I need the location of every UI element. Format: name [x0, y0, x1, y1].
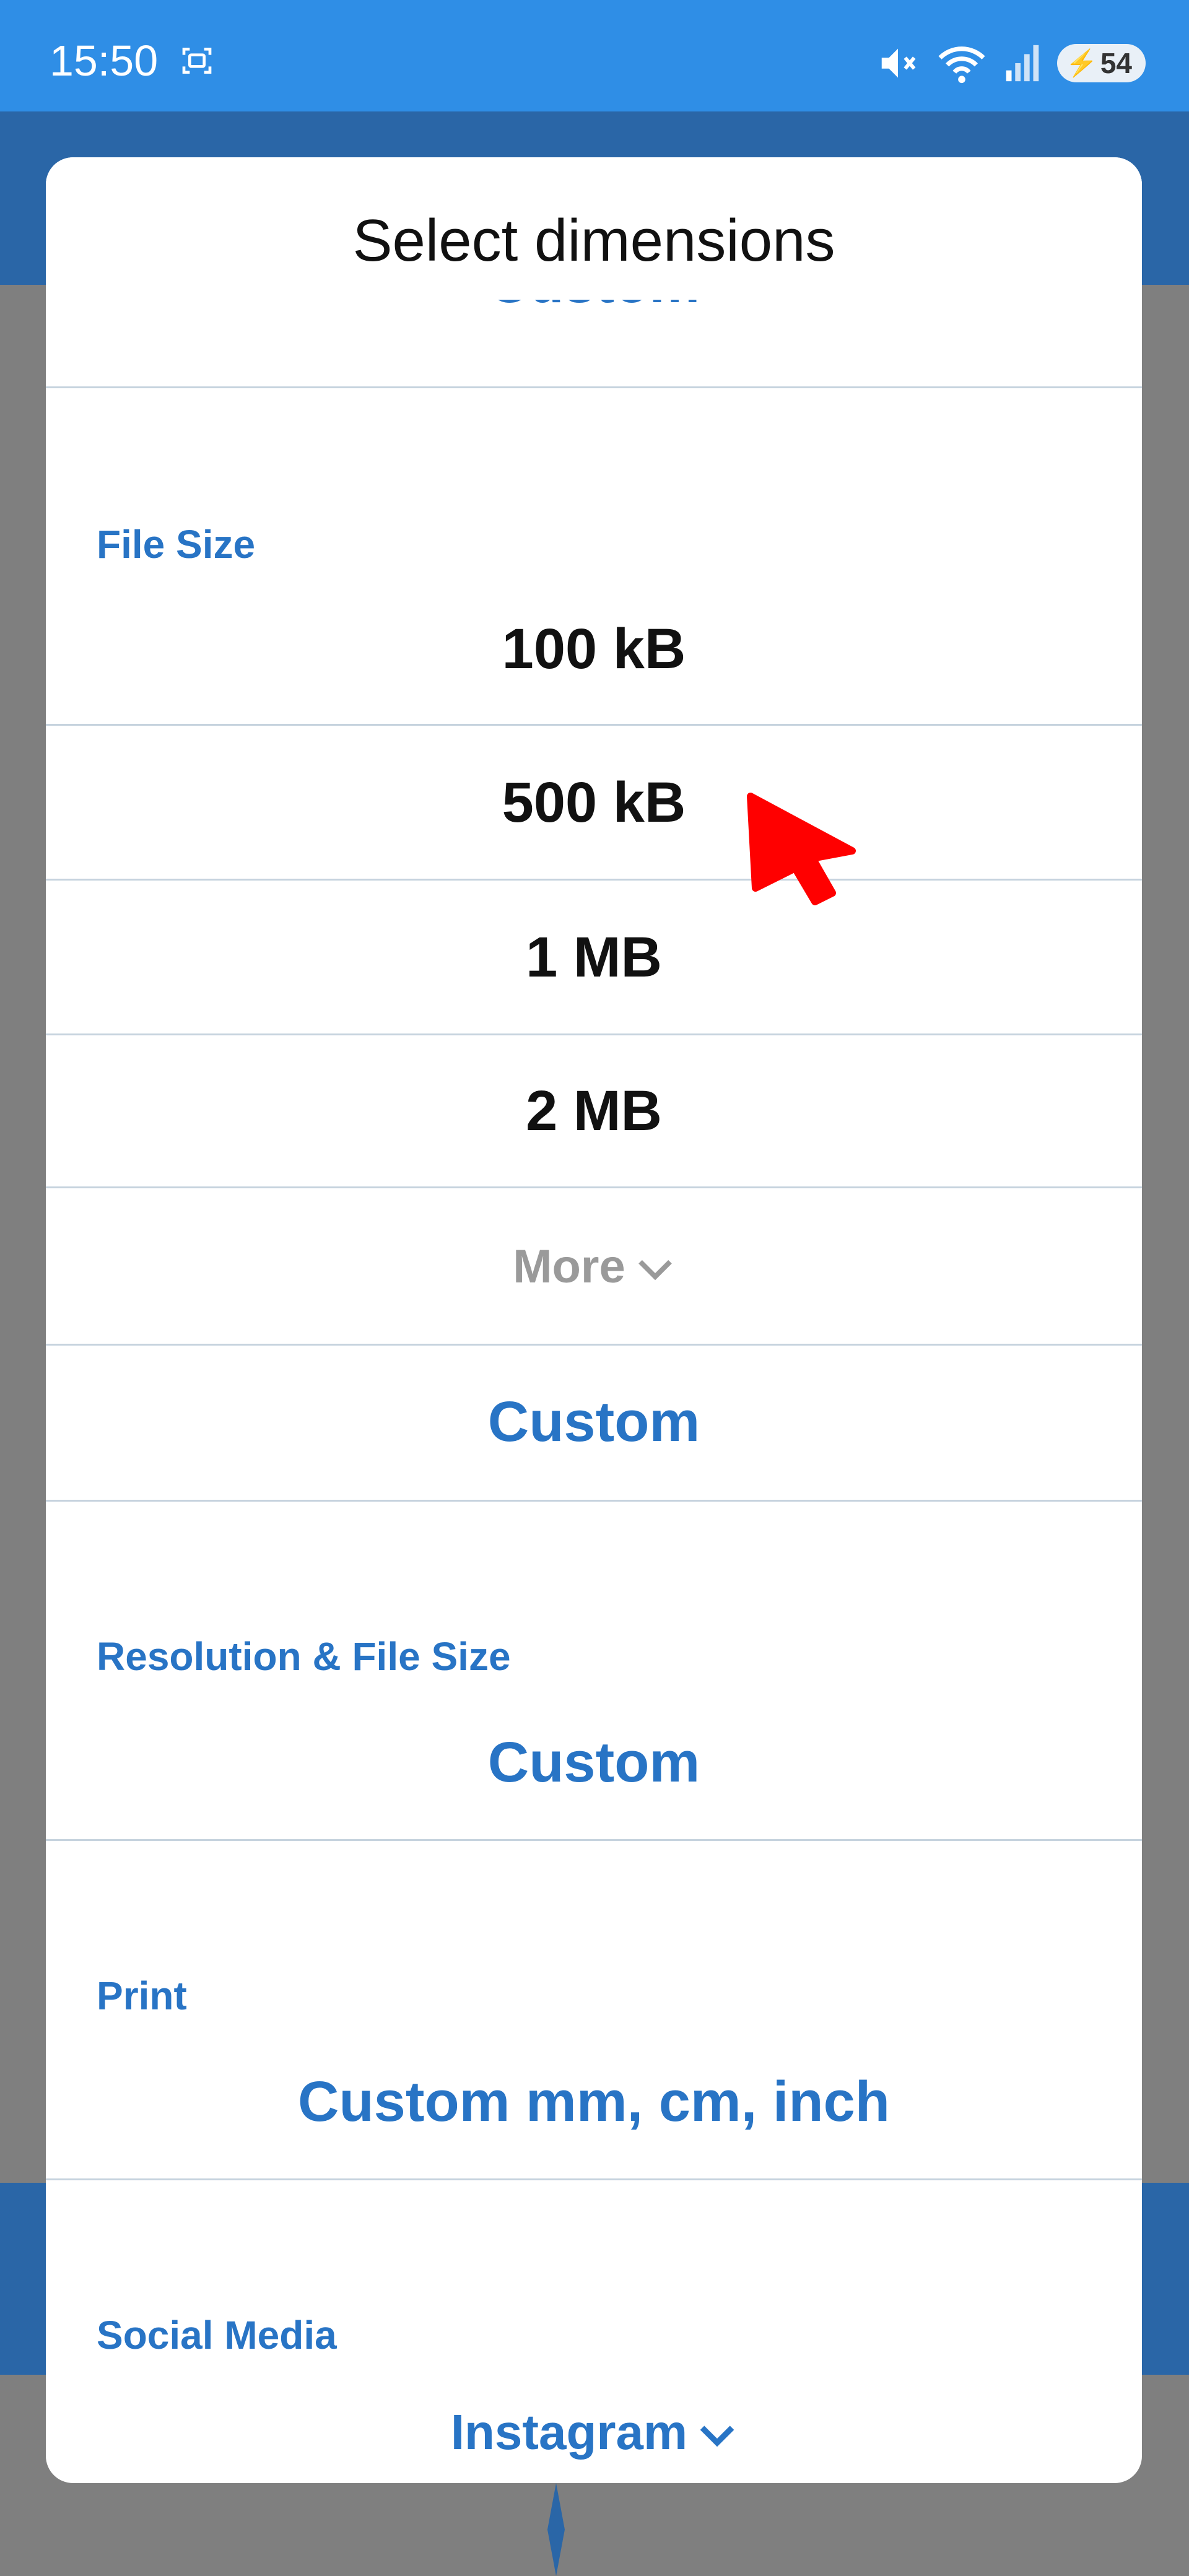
mute-icon — [881, 48, 916, 78]
signal-icon — [1006, 45, 1039, 82]
divider — [46, 2178, 1142, 2180]
file-size-custom-option[interactable]: Custom — [46, 1390, 1142, 1455]
divider — [46, 1033, 1142, 1035]
divider — [46, 1344, 1142, 1346]
divider — [46, 386, 1142, 388]
instagram-dropdown[interactable]: Instagram — [46, 2404, 1142, 2461]
divider — [46, 1186, 1142, 1188]
charging-icon: ⚡ — [1065, 48, 1098, 77]
option-100kb[interactable]: 100 kB — [46, 617, 1142, 682]
background-shape-icon — [547, 2483, 565, 2576]
status-time: 15:50 — [50, 37, 159, 85]
more-label: More — [513, 1240, 625, 1293]
instagram-label: Instagram — [450, 2404, 688, 2460]
more-button[interactable]: More — [46, 1240, 1142, 1294]
divider — [46, 1839, 1142, 1841]
section-label-resolution-file-size: Resolution & File Size — [97, 1634, 511, 1679]
pointer-cursor-icon — [747, 793, 856, 905]
wifi-icon — [938, 46, 985, 84]
divider — [46, 879, 1142, 881]
battery-icon: ⚡ 54 — [1056, 44, 1146, 82]
resolution-custom-option[interactable]: Custom — [46, 1730, 1142, 1795]
section-label-print: Print — [97, 1973, 187, 2018]
screenshot-icon — [182, 48, 212, 74]
dialog-title: Select dimensions — [46, 157, 1142, 300]
battery-level: 54 — [1100, 47, 1132, 79]
select-dimensions-dialog: Select dimensions Custom File Size 100 k… — [46, 157, 1142, 2483]
status-bar: 15:50 ⚡ 54 — [0, 0, 1189, 111]
divider — [46, 1500, 1142, 1502]
status-icons: ⚡ 54 — [876, 38, 1146, 88]
chevron-down-icon — [638, 1260, 672, 1281]
divider — [46, 724, 1142, 726]
section-label-file-size: File Size — [97, 522, 256, 567]
option-2mb[interactable]: 2 MB — [46, 1079, 1142, 1144]
chevron-down-icon — [700, 2426, 734, 2447]
option-500kb[interactable]: 500 kB — [46, 770, 1142, 835]
section-label-social-media: Social Media — [97, 2313, 337, 2357]
print-custom-option[interactable]: Custom mm, cm, inch — [46, 2069, 1142, 2134]
option-1mb[interactable]: 1 MB — [46, 925, 1142, 990]
